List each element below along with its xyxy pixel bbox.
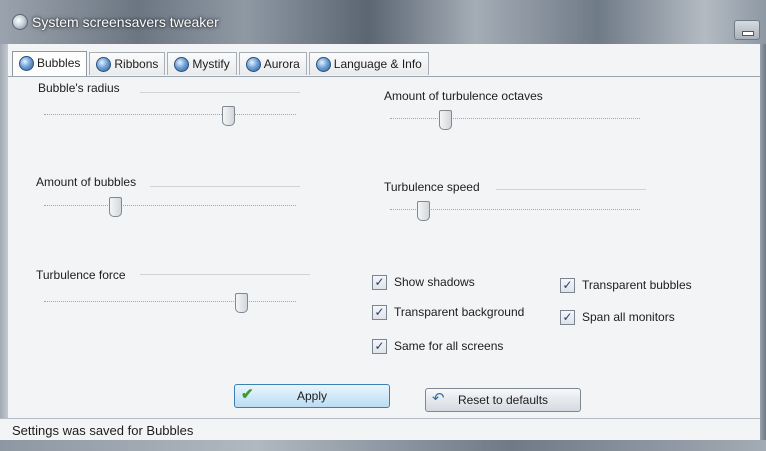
slider-track <box>44 114 296 116</box>
slider-thumb[interactable] <box>416 201 430 221</box>
group-separator <box>140 274 310 275</box>
window-bottom-border <box>0 440 766 451</box>
tab-aurora[interactable]: Aurora <box>238 52 307 75</box>
checkbox-box[interactable]: ✓ <box>372 274 387 290</box>
slider-thumb[interactable] <box>108 197 122 217</box>
slider-thumb[interactable] <box>234 293 248 313</box>
tab-label: Ribbons <box>114 57 159 71</box>
tab-bubbles[interactable]: Bubbles <box>12 51 88 76</box>
slider-track <box>44 301 296 303</box>
reset-button-label: Reset to defaults <box>457 393 549 407</box>
window-left-border <box>0 44 8 418</box>
bubbles-tab-icon <box>19 56 34 71</box>
same-for-all-screens-checkbox[interactable]: ✓ Same for all screens <box>372 337 503 355</box>
group-separator <box>140 92 300 93</box>
aurora-tab-icon <box>245 57 261 72</box>
tab-strip: Bubbles Ribbons Mystify Aurora Language … <box>12 51 431 76</box>
checkbox-label: Transparent background <box>394 305 525 319</box>
bubble-amount-label: Amount of bubbles <box>36 175 140 189</box>
window-title: System screensavers tweaker <box>32 14 219 30</box>
show-shadows-checkbox[interactable]: ✓ Show shadows <box>372 273 475 291</box>
turbulence-force-label: Turbulence force <box>36 268 129 282</box>
turbulence-force-slider[interactable] <box>44 291 296 313</box>
window-right-border <box>760 44 766 451</box>
mystify-tab-icon <box>174 57 190 72</box>
tab-label: Aurora <box>263 57 300 71</box>
apply-button[interactable]: ✔ Apply <box>234 384 390 408</box>
checkmark-icon: ✔ <box>241 386 254 403</box>
span-all-monitors-checkbox[interactable]: ✓ Span all monitors <box>560 308 675 326</box>
tab-language-info[interactable]: Language & Info <box>308 52 429 75</box>
checkbox-box[interactable]: ✓ <box>372 338 387 354</box>
turbulence-speed-label: Turbulence speed <box>384 180 483 194</box>
turbulence-octaves-label: Amount of turbulence octaves <box>384 89 546 103</box>
ribbons-tab-icon <box>96 57 112 72</box>
slider-thumb[interactable] <box>439 110 452 130</box>
transparent-bubbles-checkbox[interactable]: ✓ Transparent bubbles <box>560 276 692 294</box>
bubble-amount-slider[interactable] <box>44 195 296 217</box>
turbulence-speed-slider[interactable] <box>390 199 640 221</box>
reset-defaults-button[interactable]: ↶ Reset to defaults <box>425 388 581 412</box>
bubble-radius-slider[interactable] <box>44 104 296 126</box>
group-separator <box>496 189 646 190</box>
slider-track <box>44 205 296 207</box>
tab-label: Mystify <box>192 57 230 71</box>
tab-label: Language & Info <box>333 57 422 71</box>
checkbox-box[interactable]: ✓ <box>560 277 575 293</box>
transparent-background-checkbox[interactable]: ✓ Transparent background <box>372 303 524 321</box>
tab-ribbons[interactable]: Ribbons <box>89 52 166 75</box>
turbulence-octaves-slider[interactable] <box>390 108 640 130</box>
slider-thumb[interactable] <box>221 106 235 126</box>
minimize-button[interactable] <box>734 20 760 40</box>
checkbox-label: Show shadows <box>394 275 475 289</box>
checkbox-label: Span all monitors <box>582 310 675 324</box>
group-separator <box>150 186 300 187</box>
tab-mystify[interactable]: Mystify <box>167 52 237 75</box>
bubble-radius-label: Bubble's radius <box>38 81 123 95</box>
tab-panel-border <box>8 76 760 77</box>
info-tab-icon <box>315 57 331 72</box>
tab-label: Bubbles <box>37 56 81 70</box>
checkbox-label: Same for all screens <box>394 339 504 353</box>
screensaver-app-icon <box>12 14 28 30</box>
reset-icon: ↶ <box>432 390 445 407</box>
checkbox-box[interactable]: ✓ <box>372 304 387 320</box>
apply-button-label: Apply <box>296 389 328 403</box>
title-bar[interactable]: System screensavers tweaker <box>0 0 766 44</box>
status-text: Settings was saved for Bubbles <box>12 423 194 438</box>
status-bar: Settings was saved for Bubbles <box>0 418 760 441</box>
checkbox-label: Transparent bubbles <box>582 278 692 292</box>
checkbox-box[interactable]: ✓ <box>560 309 575 325</box>
slider-track <box>390 118 640 120</box>
